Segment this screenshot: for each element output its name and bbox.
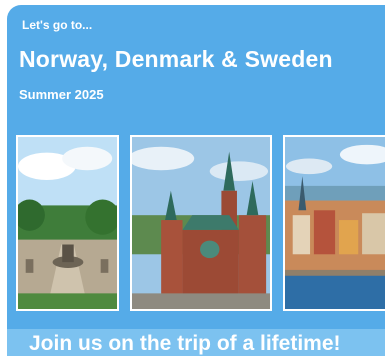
photo-denmark-castle bbox=[130, 135, 272, 311]
norway-park-image bbox=[18, 137, 117, 309]
denmark-castle-image bbox=[132, 137, 270, 309]
photo-sweden-harbor bbox=[283, 135, 385, 311]
page-title: Norway, Denmark & Sweden bbox=[19, 46, 333, 72]
promo-card: Let's go to... Norway, Denmark & Sweden … bbox=[7, 5, 385, 356]
subtitle: Summer 2025 bbox=[19, 87, 104, 102]
kicker-text: Let's go to... bbox=[22, 18, 93, 32]
cta-text: Join us on the trip of a lifetime! bbox=[29, 332, 341, 355]
photo-norway-park bbox=[16, 135, 119, 311]
sweden-harbor-image bbox=[285, 137, 385, 309]
